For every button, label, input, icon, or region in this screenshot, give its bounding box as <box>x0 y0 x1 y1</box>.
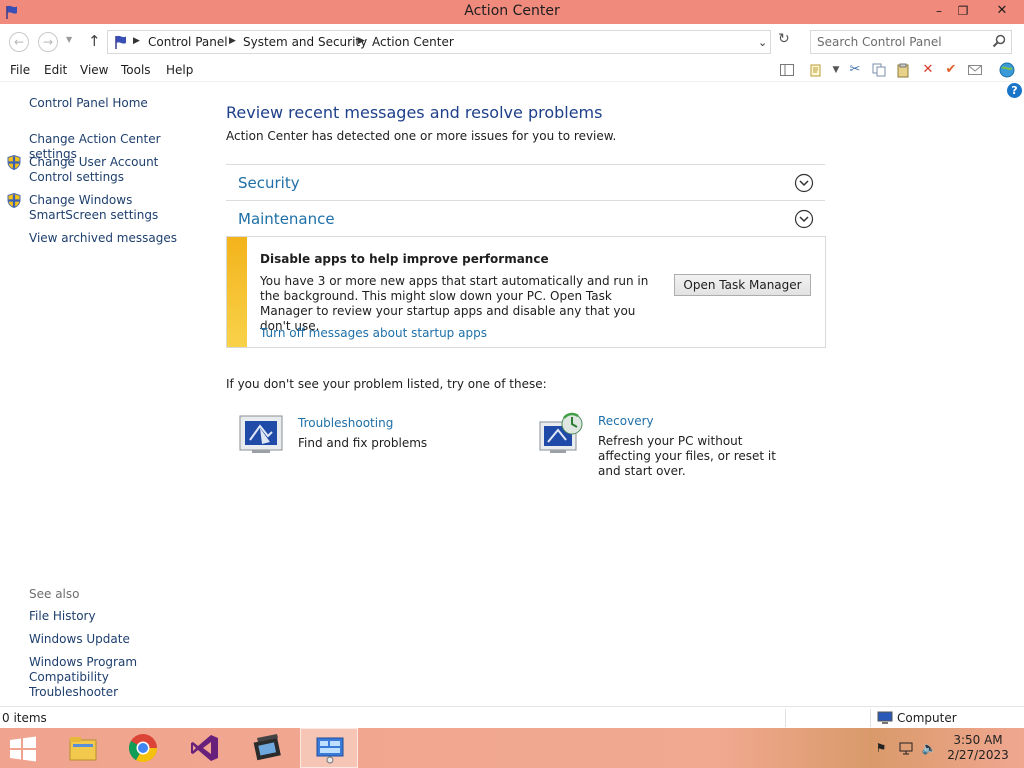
sidebar-link-smartscreen[interactable]: Change Windows SmartScreen settings <box>29 193 199 223</box>
title-bar: Action Center – ❐ ✕ <box>0 0 1024 24</box>
recent-locations-dropdown-icon[interactable]: ▼ <box>66 35 72 44</box>
search-box[interactable] <box>810 30 1012 54</box>
action-center-flag-tray-icon[interactable]: ⚑ <box>873 740 889 756</box>
open-task-manager-button[interactable]: Open Task Manager <box>674 274 811 296</box>
check-icon[interactable]: ✔ <box>943 62 959 78</box>
breadcrumb-action-center[interactable]: Action Center <box>372 35 454 49</box>
maximize-button[interactable]: ❐ <box>950 0 976 22</box>
breadcrumb-separator-icon[interactable]: ▶ <box>229 36 236 46</box>
sidebar-link-user-account-control[interactable]: Change User Account Control settings <box>29 155 199 185</box>
clock-time: 3:50 AM <box>953 733 1003 747</box>
troubleshooting-icon[interactable] <box>238 414 284 456</box>
back-button[interactable]: ← <box>9 32 29 52</box>
recovery-link[interactable]: Recovery <box>598 414 654 428</box>
dropdown-icon[interactable]: ▼ <box>828 62 844 78</box>
location-label: Computer <box>897 711 957 725</box>
troubleshooting-desc: Find and fix problems <box>298 436 428 450</box>
message-body: You have 3 or more new apps that start a… <box>260 274 649 333</box>
breadcrumb-system-and-security[interactable]: System and Security <box>243 35 367 49</box>
address-dropdown-icon[interactable]: ⌄ <box>758 36 767 49</box>
control-panel-home-link[interactable]: Control Panel Home <box>29 96 148 111</box>
delete-icon[interactable]: ✕ <box>920 62 936 78</box>
taskbar-file-explorer[interactable] <box>54 728 112 768</box>
section-maintenance-label: Maintenance <box>238 210 335 228</box>
help-icon[interactable]: ? <box>1007 83 1022 98</box>
copy-icon[interactable] <box>871 62 887 78</box>
address-bar[interactable]: ▶ Control Panel ▶ System and Security ▶ … <box>107 30 771 54</box>
window-title: Action Center <box>464 3 560 19</box>
search-icon[interactable] <box>991 33 1007 49</box>
start-button-windows-icon[interactable] <box>8 736 38 762</box>
recovery-icon[interactable] <box>538 412 584 458</box>
breadcrumb-control-panel[interactable]: Control Panel <box>148 35 228 49</box>
movie-maker-icon <box>253 734 281 761</box>
troubleshooting-link[interactable]: Troubleshooting <box>298 416 393 430</box>
status-divider <box>785 709 786 727</box>
sidebar-link-archived-messages[interactable]: View archived messages <box>29 231 199 246</box>
taskbar-clock[interactable]: 3:50 AM 2/27/2023 <box>946 733 1010 763</box>
maintenance-message: Disable apps to help improve performance… <box>226 236 826 348</box>
file-explorer-icon <box>69 737 97 761</box>
globe-icon[interactable] <box>999 62 1015 78</box>
menu-tools[interactable]: Tools <box>121 63 151 77</box>
warning-stripe <box>227 237 247 347</box>
refresh-icon[interactable]: ↻ <box>778 31 790 47</box>
section-maintenance[interactable]: Maintenance <box>226 200 825 236</box>
navigation-bar: ← → ▼ ↑ ▶ Control Panel ▶ System and Sec… <box>0 24 1024 58</box>
minimize-button[interactable]: – <box>926 0 952 22</box>
computer-icon <box>877 711 893 724</box>
breadcrumb-separator-icon[interactable]: ▶ <box>133 36 140 46</box>
clock-date: 2/27/2023 <box>947 748 1009 762</box>
page-description: Action Center has detected one or more i… <box>226 129 617 143</box>
visual-studio-icon <box>191 735 218 761</box>
taskbar-movie-maker[interactable] <box>238 728 296 768</box>
section-security[interactable]: Security <box>226 164 825 200</box>
menu-file[interactable]: File <box>10 63 30 77</box>
menu-bar: File Edit View Tools Help ▼ ✂ ✕ ✔ <box>0 58 1024 82</box>
recovery-desc: Refresh your PC without affecting your f… <box>598 434 776 478</box>
control-panel-icon <box>316 737 344 764</box>
see-also-windows-update[interactable]: Windows Update <box>29 632 130 647</box>
sidebar: Control Panel Home Change Action Center … <box>0 82 210 706</box>
menu-help[interactable]: Help <box>166 63 193 77</box>
taskbar-chrome[interactable] <box>114 728 172 768</box>
see-also-compatibility-troubleshooter[interactable]: Windows Program Compatibility Troublesho… <box>29 655 194 700</box>
chevron-down-icon[interactable] <box>794 173 814 193</box>
chrome-icon <box>129 734 157 762</box>
status-divider <box>870 709 871 727</box>
network-icon[interactable] <box>898 740 914 756</box>
menu-view[interactable]: View <box>80 63 108 77</box>
page-title: Review recent messages and resolve probl… <box>226 103 603 122</box>
breadcrumb-separator-icon[interactable]: ▶ <box>358 36 365 46</box>
close-button[interactable]: ✕ <box>982 0 1022 22</box>
volume-icon[interactable]: 🔈 <box>921 740 937 756</box>
layout-icon[interactable] <box>779 62 795 78</box>
forward-button[interactable]: → <box>38 32 58 52</box>
mail-icon[interactable] <box>967 62 983 78</box>
uac-shield-icon <box>7 155 21 170</box>
cut-icon[interactable]: ✂ <box>847 62 863 78</box>
properties-icon[interactable] <box>808 62 824 78</box>
uac-shield-icon <box>7 193 21 208</box>
search-input[interactable] <box>817 34 987 50</box>
chevron-down-icon[interactable] <box>794 209 814 229</box>
turn-off-messages-link[interactable]: Turn off messages about startup apps <box>260 326 487 340</box>
taskbar-control-panel[interactable] <box>300 728 358 768</box>
action-center-flag-icon <box>115 35 126 49</box>
taskbar-visual-studio[interactable] <box>176 728 234 768</box>
up-arrow-icon[interactable]: ↑ <box>88 32 101 50</box>
taskbar: ⚑ 🔈 3:50 AM 2/27/2023 <box>0 728 1024 768</box>
see-also-file-history[interactable]: File History <box>29 609 96 624</box>
try-these-hint: If you don't see your problem listed, tr… <box>226 377 547 391</box>
menu-edit[interactable]: Edit <box>44 63 67 77</box>
section-security-label: Security <box>238 174 300 192</box>
item-count: 0 items <box>2 711 47 725</box>
status-bar: 0 items Computer <box>0 706 1024 728</box>
paste-icon[interactable] <box>895 62 911 78</box>
see-also-heading: See also <box>29 587 80 601</box>
message-title: Disable apps to help improve performance <box>260 252 549 266</box>
